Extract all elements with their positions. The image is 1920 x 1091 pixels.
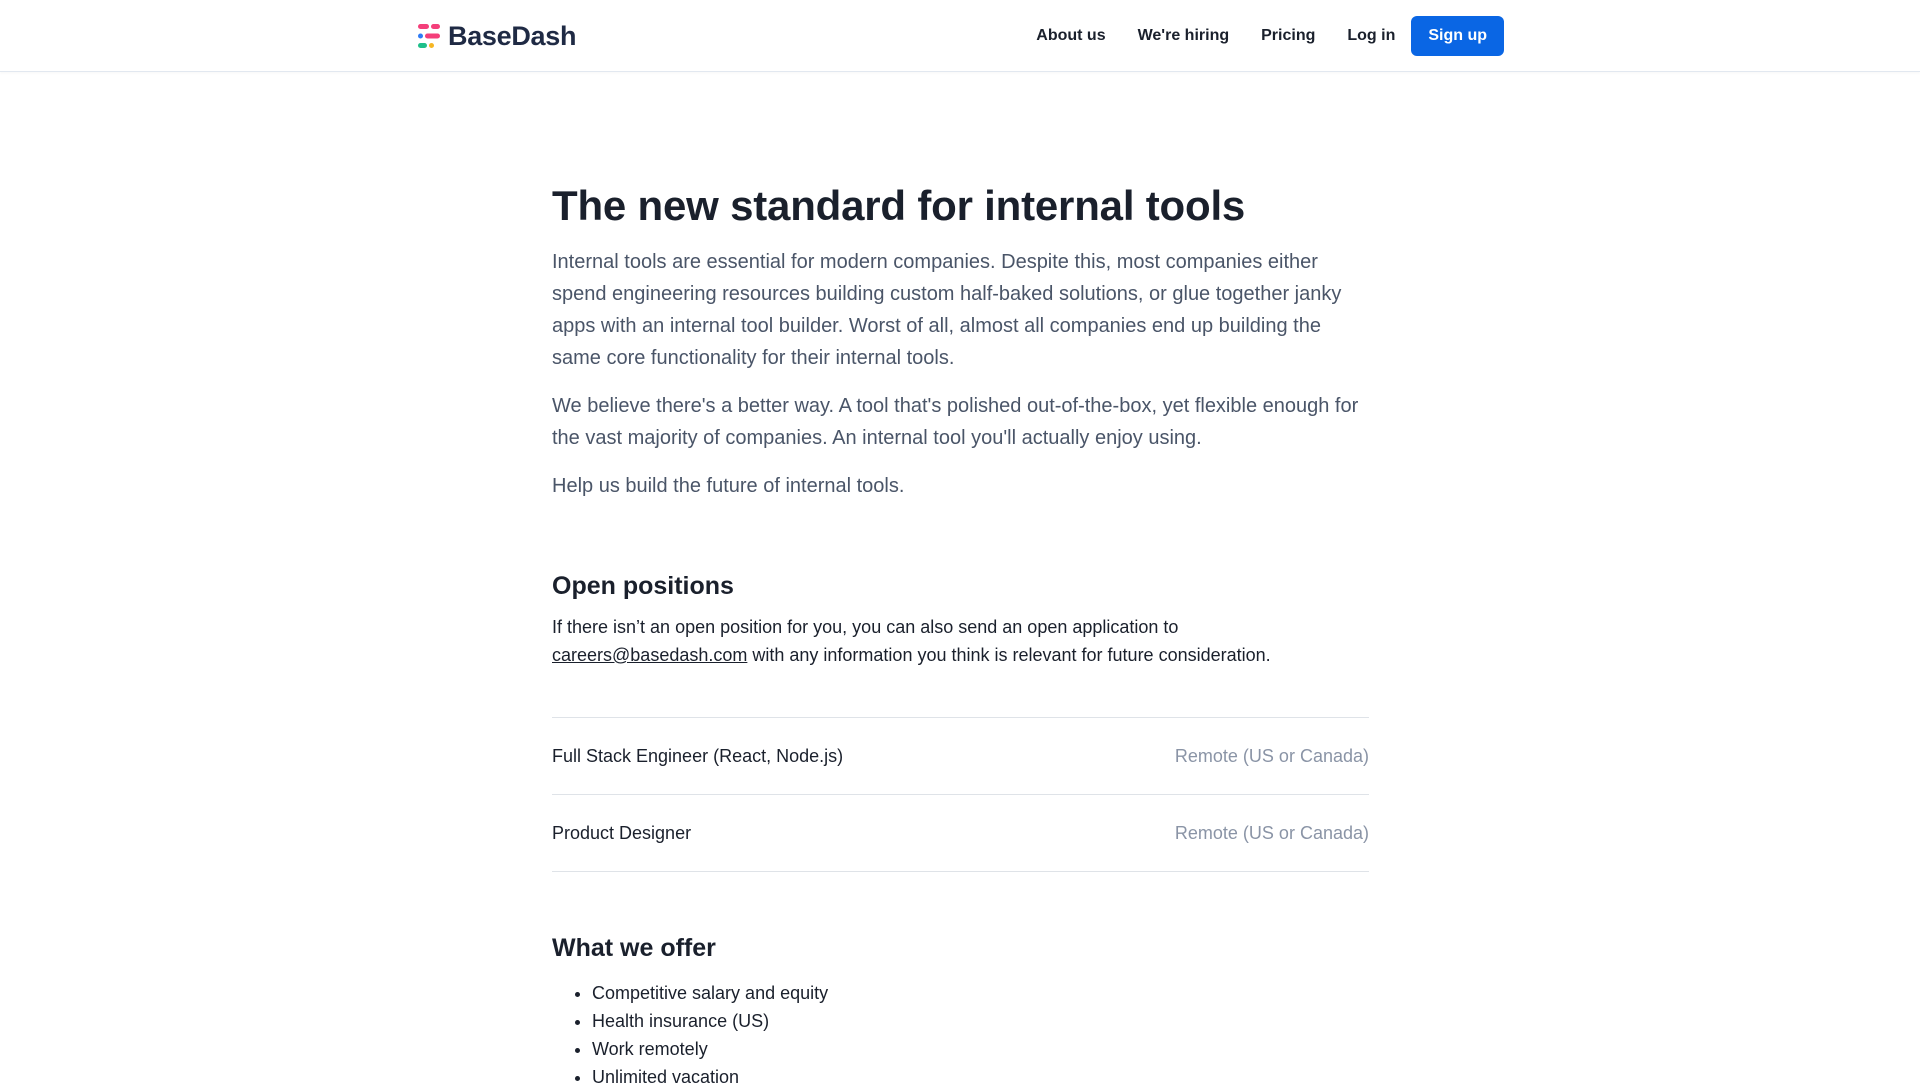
offer-item: Work remotely <box>592 1035 1369 1063</box>
careers-email-link[interactable]: careers@basedash.com <box>552 645 747 665</box>
open-positions-heading: Open positions <box>552 572 734 600</box>
job-row-full-stack-engineer[interactable]: Full Stack Engineer (React, Node.js) Rem… <box>552 718 1369 795</box>
site-header: BaseDash About us We're hiring Pricing L… <box>0 0 1920 72</box>
offer-item: Competitive salary and equity <box>592 979 1369 1007</box>
brand-logo[interactable]: BaseDash <box>416 20 576 52</box>
positions-description: If there isn’t an open position for you,… <box>552 613 1369 669</box>
positions-desc-text: If there isn’t an open position for you,… <box>552 617 1179 637</box>
what-we-offer-section: What we offer Competitive salary and equ… <box>552 934 1369 1091</box>
sign-up-button[interactable]: Sign up <box>1411 16 1504 56</box>
intro-section: Internal tools are essential for modern … <box>552 246 1369 502</box>
main-content: The new standard for internal tools Inte… <box>552 178 1369 1091</box>
job-list: Full Stack Engineer (React, Node.js) Rem… <box>552 717 1369 872</box>
job-title: Full Stack Engineer (React, Node.js) <box>552 745 844 766</box>
intro-paragraph: Help us build the future of internal too… <box>552 475 905 497</box>
nav-about-us[interactable]: About us <box>1036 27 1105 45</box>
nav-pricing[interactable]: Pricing <box>1261 27 1315 45</box>
offer-item: Unlimited vacation <box>592 1063 1369 1091</box>
offer-item: Health insurance (US) <box>592 1007 1369 1035</box>
job-row-product-designer[interactable]: Product Designer Remote (US or Canada) <box>552 795 1369 872</box>
brand-name: BaseDash <box>448 20 577 51</box>
basedash-logo-icon <box>418 24 440 48</box>
job-location: Remote (US or Canada) <box>1174 822 1369 843</box>
nav-log-in[interactable]: Log in <box>1347 27 1395 45</box>
positions-desc-text-end: with any information you think is releva… <box>747 645 1271 665</box>
page-title: The new standard for internal tools <box>552 182 1246 229</box>
job-title: Product Designer <box>552 822 692 843</box>
intro-paragraph: Internal tools are essential for modern … <box>552 251 1342 369</box>
offer-list: Competitive salary and equity Health ins… <box>552 979 1369 1091</box>
what-we-offer-heading: What we offer <box>552 934 716 962</box>
nav-hiring[interactable]: We're hiring <box>1138 27 1230 45</box>
job-location: Remote (US or Canada) <box>1174 745 1369 766</box>
main-nav: About us We're hiring Pricing Log in Sig… <box>1036 16 1504 56</box>
open-positions-section: Open positions If there isn’t an open po… <box>552 572 1369 872</box>
intro-paragraph: We believe there's a better way. A tool … <box>552 395 1359 449</box>
